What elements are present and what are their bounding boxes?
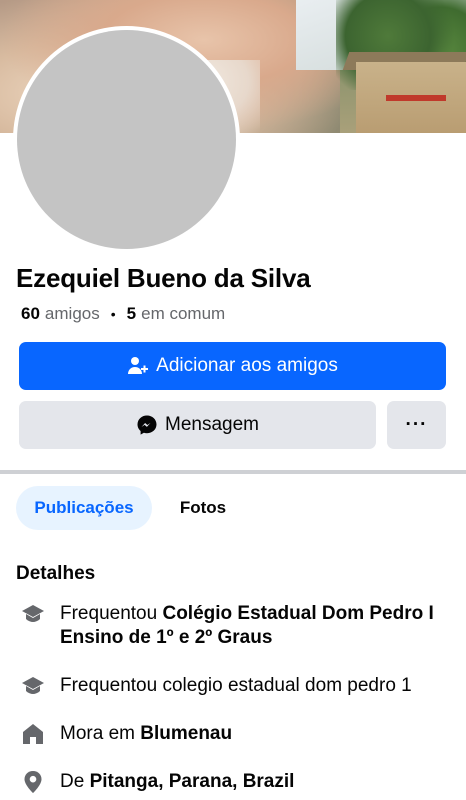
detail-city-link[interactable]: Blumenau — [140, 723, 232, 744]
more-options-icon: ··· — [405, 414, 428, 435]
detail-item-hometown: De Pitanga, Parana, Brazil — [20, 770, 460, 794]
detail-item-home: Mora em Blumenau — [20, 722, 460, 746]
add-friend-label: Adicionar aos amigos — [156, 355, 338, 376]
detail-prefix: De — [60, 771, 90, 792]
detail-item-education-1: Frequentou Colégio Estadual Dom Pedro I … — [20, 602, 460, 650]
friends-count: 60 — [21, 304, 40, 323]
section-divider — [0, 470, 466, 474]
tab-fotos[interactable]: Fotos — [164, 486, 242, 530]
detail-prefix: Frequentou — [60, 603, 163, 624]
more-options-button[interactable]: ··· — [387, 401, 446, 449]
tab-publicacoes-label: Publicações — [34, 498, 134, 517]
detail-prefix: Mora em — [60, 723, 141, 744]
add-friend-icon — [127, 355, 149, 377]
profile-name: Ezequiel Bueno da Silva — [16, 263, 311, 293]
friends-summary[interactable]: 60 amigos • 5 em comum — [21, 304, 225, 324]
tab-fotos-label: Fotos — [179, 498, 227, 517]
detail-hometown-link[interactable]: Pitanga, Parana, Brazil — [90, 771, 295, 792]
details-title: Detalhes — [16, 563, 96, 584]
detail-item-education-2: Frequentou colegio estadual dom pedro 1 — [20, 674, 460, 698]
home-icon — [20, 722, 46, 746]
message-label: Mensagem — [165, 414, 259, 435]
location-pin-icon — [20, 770, 46, 794]
education-icon — [20, 602, 46, 626]
separator-dot: • — [110, 306, 116, 322]
tab-publicacoes[interactable]: Publicações — [16, 486, 152, 530]
mutual-count: 5 — [126, 304, 137, 323]
messenger-icon — [136, 414, 158, 436]
detail-prefix: Frequentou colegio estadual dom pedro 1 — [60, 675, 412, 696]
mutual-label: em comum — [141, 304, 226, 323]
avatar[interactable] — [17, 30, 236, 249]
education-icon — [20, 674, 46, 698]
message-button[interactable]: Mensagem — [19, 401, 376, 449]
add-friend-button[interactable]: Adicionar aos amigos — [19, 342, 446, 390]
friends-label: amigos — [44, 304, 100, 323]
